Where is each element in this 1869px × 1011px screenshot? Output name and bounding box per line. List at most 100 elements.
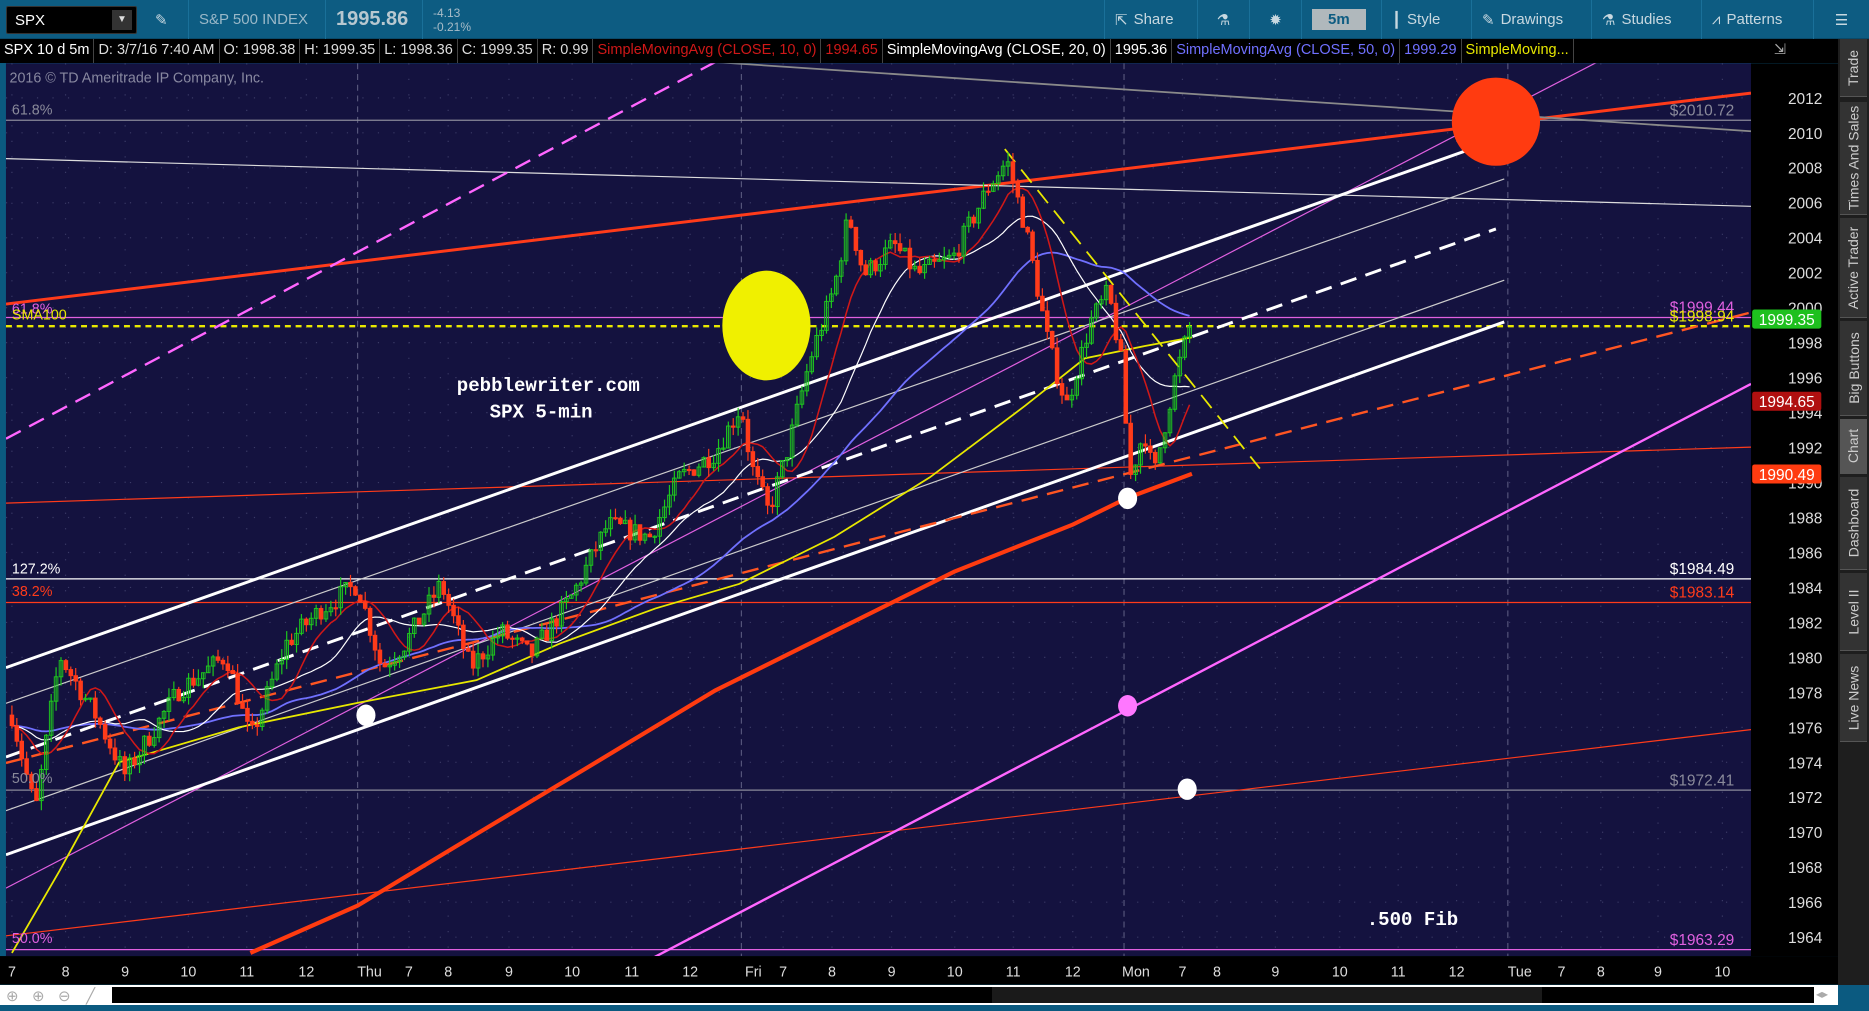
candle-up — [515, 637, 520, 640]
candle-down — [529, 643, 535, 657]
sidebar-tab-label: Active Trader — [1845, 226, 1862, 309]
drawing-line-icon[interactable]: ╱ — [86, 987, 95, 1005]
sidebar-tab-level-ii[interactable]: Level II — [1840, 573, 1867, 651]
candle-down — [1143, 443, 1148, 447]
net-change-percent: -0.21% — [433, 19, 472, 34]
time-axis[interactable] — [0, 956, 1839, 985]
candle-up — [672, 477, 677, 496]
candle-down — [1152, 451, 1158, 464]
sma100-label[interactable]: SimpleMoving... — [1462, 39, 1574, 63]
candle-down — [348, 582, 353, 588]
patterns-button[interactable]: ⩘ Patterns — [1701, 0, 1813, 39]
sidebar-tab-times-and-sales[interactable]: Times And Sales — [1840, 102, 1867, 215]
point-marker — [356, 704, 376, 727]
candle-up — [308, 617, 314, 626]
candle-up — [1157, 447, 1163, 464]
candle-up — [1079, 346, 1084, 380]
candle-down — [1025, 226, 1030, 233]
share-label: Share — [1133, 11, 1174, 28]
candle-down — [68, 669, 74, 677]
chart-canvas[interactable]: 61.8% $2010.72 61.8% $1999.44 SMA100 $1998.94… — [0, 0, 1869, 1011]
link-icon[interactable]: ✎ — [145, 0, 178, 39]
horizontal-scrollbar[interactable] — [112, 987, 1814, 1003]
chart-area[interactable] — [5, 63, 1751, 957]
candle-up — [284, 639, 289, 660]
scroll-arrows-icon[interactable]: ◂▸ — [1816, 987, 1828, 1001]
chevron-down-icon[interactable]: ▼ — [112, 10, 132, 30]
candle-up — [716, 448, 721, 464]
candle-down — [441, 581, 446, 595]
sidebar-tab-live-news[interactable]: Live News — [1840, 654, 1867, 742]
trendline — [5, 320, 1505, 857]
candle-up — [995, 175, 1001, 185]
candle-down — [358, 594, 363, 603]
candle-up — [681, 468, 687, 473]
sidebar-tab-label: Dashboard — [1845, 488, 1862, 558]
crosshair-icon[interactable]: ⊕ — [6, 987, 19, 1005]
time-tick-label: 8 — [444, 964, 452, 980]
trendline — [5, 279, 1505, 812]
candle-down — [740, 416, 746, 420]
sma10-label[interactable]: SimpleMovingAvg (CLOSE, 10, 0) — [593, 39, 822, 63]
candle-up — [299, 618, 304, 634]
flask-button[interactable]: ⚗ — [1197, 0, 1249, 39]
time-tick-label: 10 — [564, 964, 580, 980]
point-marker — [1177, 778, 1197, 800]
candle-down — [470, 650, 476, 669]
timeframe-label: 5m — [1312, 9, 1366, 30]
candle-up — [735, 416, 741, 428]
style-button[interactable]: ┃ Style — [1381, 0, 1471, 39]
candle-down — [760, 476, 765, 488]
sidebar-tab-trade[interactable]: Trade — [1840, 39, 1867, 97]
candle-up — [941, 256, 947, 261]
studies-button[interactable]: ⚗ Studies — [1591, 0, 1701, 39]
candle-up — [279, 658, 285, 665]
drawings-label: Drawings — [1500, 11, 1564, 28]
scrollbar-thumb[interactable] — [992, 987, 1542, 1003]
candle-up — [44, 734, 49, 770]
price-tick-label: 2012 — [1788, 91, 1822, 108]
sma20-label[interactable]: SimpleMovingAvg (CLOSE, 20, 0) — [883, 39, 1111, 63]
right-sidebar: Trade Times And Sales Active Trader Big But… — [1838, 39, 1869, 985]
candle-up — [711, 462, 716, 469]
candle-down — [858, 249, 864, 266]
auto-scale-icon[interactable]: ⇲ — [1770, 39, 1790, 63]
sma50-label[interactable]: SimpleMovingAvg (CLOSE, 50, 0) — [1172, 39, 1401, 63]
time-tick-label: 11 — [239, 964, 254, 980]
time-tick-label: 9 — [1654, 964, 1662, 980]
sidebar-tab-big-buttons[interactable]: Big Buttons — [1840, 321, 1867, 416]
time-tick-label: 11 — [1391, 964, 1406, 980]
candle-up — [662, 506, 667, 519]
candle-down — [24, 758, 29, 775]
price-tick-label: 1982 — [1788, 615, 1822, 632]
candle-up — [775, 476, 780, 508]
fib-annotation: .500 Fib — [1367, 909, 1459, 931]
price-tick-label: 2006 — [1788, 196, 1822, 213]
candle-up — [652, 535, 657, 538]
timeframe-button[interactable]: 5m — [1301, 0, 1381, 39]
candle-down — [431, 594, 437, 598]
candle-up — [1074, 378, 1079, 396]
sidebar-tab-dashboard[interactable]: Dashboard — [1840, 477, 1867, 570]
candle-down — [235, 673, 240, 704]
price-axis[interactable] — [1750, 63, 1839, 957]
share-button[interactable]: ⇱ Share — [1104, 0, 1197, 39]
candle-up — [294, 632, 299, 645]
zoom-out-icon[interactable]: ⊖ — [58, 987, 71, 1005]
candle-up — [573, 584, 579, 596]
candle-up — [657, 517, 662, 537]
candle-up — [838, 260, 844, 277]
settings-button[interactable]: ✹ — [1249, 0, 1301, 39]
sidebar-tab-chart[interactable]: Chart — [1840, 419, 1867, 474]
chart-scroll-row: ⊕ ⊕ ⊖ ╱ ◂▸ — [0, 985, 1838, 1005]
candle-up — [485, 654, 491, 660]
menu-button[interactable]: ☰ — [1813, 0, 1869, 39]
symbol-selector[interactable]: SPX ▼ — [6, 6, 137, 34]
price-tick-label: 1986 — [1788, 545, 1822, 562]
last-price: 1995.86 — [325, 0, 418, 39]
drawings-button[interactable]: ✎ Drawings — [1471, 0, 1591, 39]
sidebar-tab-active-trader[interactable]: Active Trader — [1840, 218, 1867, 318]
target-circle — [1451, 77, 1541, 166]
zoom-in-icon[interactable]: ⊕ — [32, 987, 45, 1005]
candle-down — [917, 265, 922, 274]
